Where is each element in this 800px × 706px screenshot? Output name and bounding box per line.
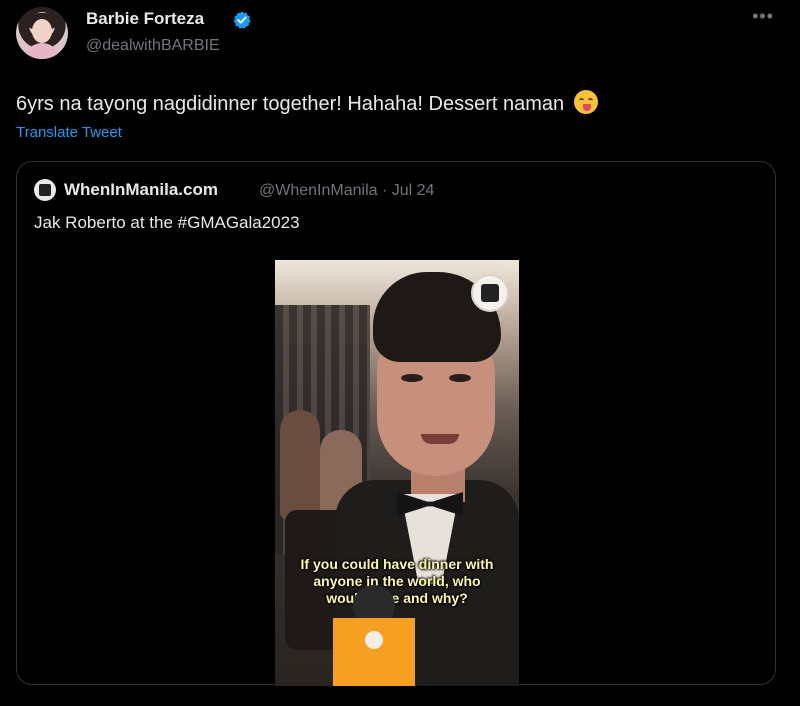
quoted-author-handle-date[interactable]: @WhenInManila · Jul 24	[259, 182, 434, 200]
author-name[interactable]: Barbie Forteza	[86, 9, 204, 29]
avatar-body	[24, 43, 60, 59]
quoted-author-avatar[interactable]	[34, 179, 56, 201]
microphone-icon	[333, 585, 415, 686]
more-options-icon[interactable]: •••	[752, 6, 774, 27]
video-man-eye	[401, 374, 423, 382]
avatar-face	[32, 19, 52, 43]
wheninmanila-watermark-icon	[471, 274, 509, 312]
quoted-author-name[interactable]: WhenInManila.com	[64, 180, 218, 200]
verified-check-icon	[233, 11, 251, 29]
author-avatar[interactable]	[16, 7, 68, 59]
video-background-person	[280, 410, 320, 520]
video-man-mouth	[421, 434, 459, 444]
translate-tweet-link[interactable]: Translate Tweet	[16, 124, 122, 141]
face-savoring-food-emoji	[573, 90, 598, 114]
quoted-tweet-card[interactable]: WhenInManila.com @WhenInManila · Jul 24 …	[16, 161, 776, 686]
quoted-video[interactable]: If you could have dinner with anyone in …	[275, 260, 519, 686]
tweet-body: 6yrs na tayong nagdidinner together! Hah…	[16, 93, 565, 115]
video-man-eye	[449, 374, 471, 382]
author-handle[interactable]: @dealwithBARBIE	[86, 37, 220, 55]
tweet-text: 6yrs na tayong nagdidinner together! Hah…	[16, 90, 598, 116]
quoted-tweet-text: Jak Roberto at the #GMAGala2023	[34, 213, 300, 232]
